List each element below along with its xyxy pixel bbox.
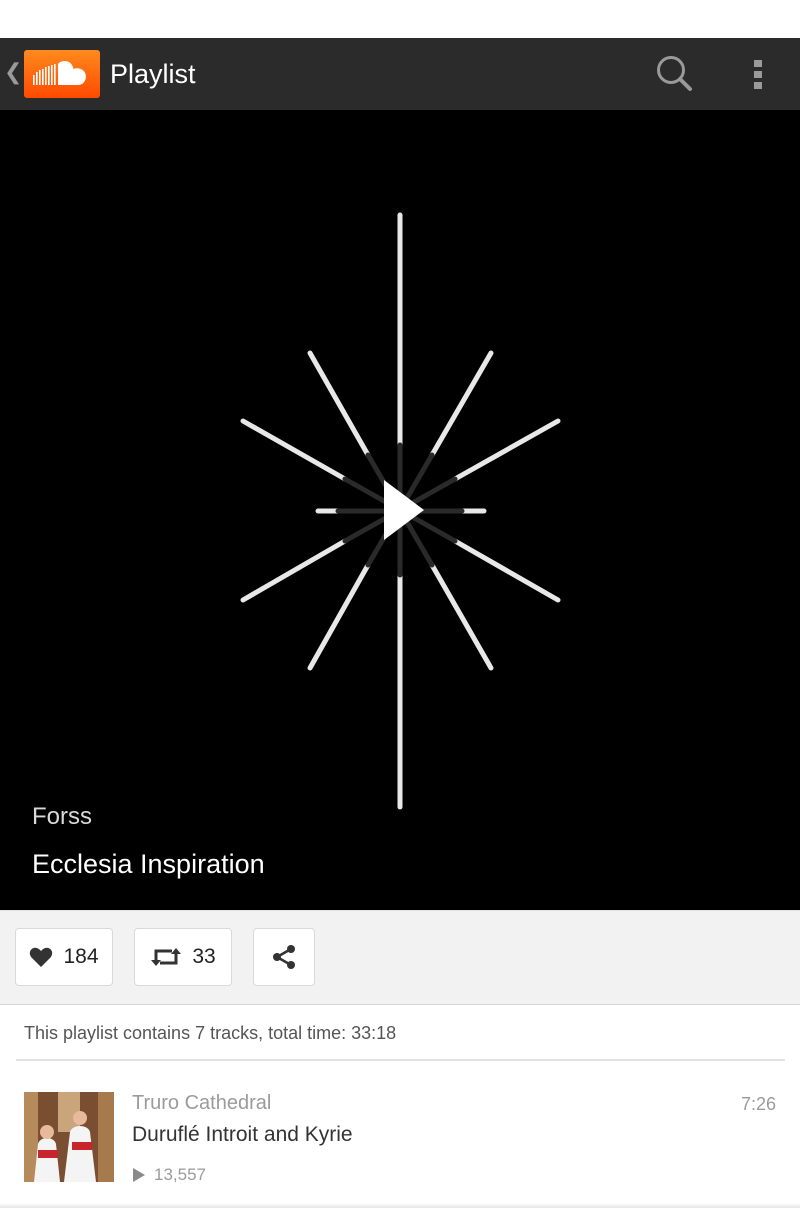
track-row[interactable]: Truro Cathedral Duruflé Introit and Kyri… xyxy=(0,1062,800,1208)
share-icon xyxy=(273,945,295,969)
track-play-count: 13,557 xyxy=(132,1164,206,1186)
status-bar-area xyxy=(0,0,800,38)
repost-icon xyxy=(151,948,182,966)
track-thumbnail xyxy=(24,1092,114,1182)
share-button[interactable] xyxy=(253,928,315,986)
track-artist: Truro Cathedral xyxy=(132,1092,272,1114)
heart-icon xyxy=(30,947,53,967)
divider xyxy=(16,1059,785,1061)
back-chevron-icon[interactable]: ❮ xyxy=(4,60,22,86)
like-button[interactable]: 184 xyxy=(15,928,113,986)
play-count-icon xyxy=(133,1168,145,1182)
playlist-summary: This playlist contains 7 tracks, total t… xyxy=(24,1023,397,1043)
overflow-menu-icon[interactable] xyxy=(738,52,778,96)
soundcloud-logo[interactable] xyxy=(24,50,100,98)
action-bar: ❮ Playlist xyxy=(0,38,800,110)
play-count-value: 13,557 xyxy=(154,1165,206,1184)
like-count: 184 xyxy=(63,945,99,968)
app-title: Playlist xyxy=(110,59,196,89)
play-button[interactable] xyxy=(370,472,434,548)
repost-button[interactable]: 33 xyxy=(134,928,232,986)
playlist-title: Ecclesia Inspiration xyxy=(32,849,265,879)
list-edge xyxy=(0,1203,800,1208)
search-icon[interactable] xyxy=(650,50,700,98)
repost-count: 33 xyxy=(192,945,216,968)
playlist-artwork[interactable]: Forss Ecclesia Inspiration xyxy=(0,110,800,910)
playlist-artist[interactable]: Forss xyxy=(32,802,92,832)
engagement-bar: 184 33 xyxy=(0,910,800,1005)
track-title: Duruflé Introit and Kyrie xyxy=(132,1123,353,1146)
track-duration: 7:26 xyxy=(740,1094,776,1114)
